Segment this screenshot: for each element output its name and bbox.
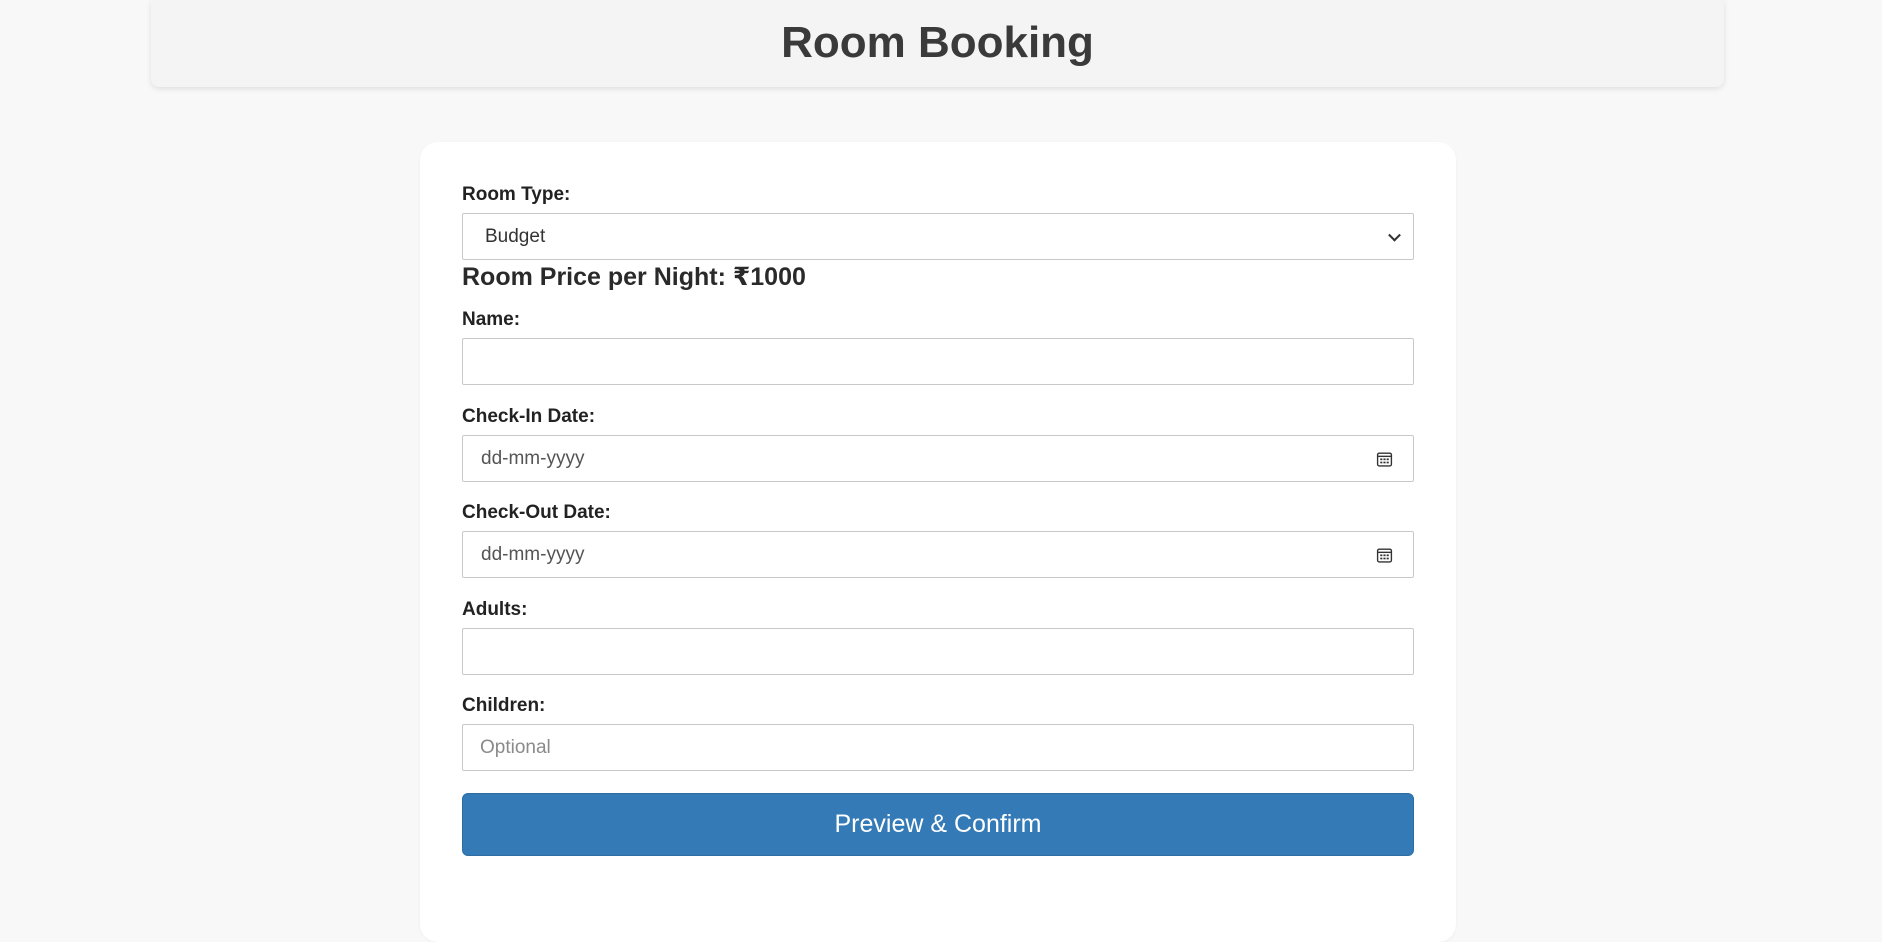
page-header: Room Booking — [151, 0, 1724, 87]
name-field-container — [462, 338, 1414, 385]
room-type-select[interactable]: Budget — [462, 213, 1414, 260]
children-field-container — [462, 724, 1414, 771]
check-out-label: Check-Out Date: — [462, 502, 611, 523]
check-out-placeholder: dd-mm-yyyy — [481, 543, 585, 565]
check-in-date-input[interactable]: dd-mm-yyyy — [462, 435, 1414, 482]
calendar-icon[interactable] — [1376, 546, 1393, 563]
name-input[interactable] — [463, 339, 1413, 384]
adults-label: Adults: — [462, 599, 528, 620]
room-type-selected-value: Budget — [485, 225, 546, 247]
page-title: Room Booking — [781, 17, 1094, 67]
children-label: Children: — [462, 695, 546, 716]
check-in-label: Check-In Date: — [462, 406, 596, 427]
preview-confirm-button[interactable]: Preview & Confirm — [462, 793, 1414, 856]
room-price-text: Room Price per Night: ₹1000 — [462, 263, 806, 291]
children-input[interactable] — [463, 725, 1413, 770]
adults-input[interactable] — [463, 629, 1413, 674]
room-type-label: Room Type: — [462, 184, 571, 205]
calendar-icon[interactable] — [1376, 450, 1393, 467]
name-label: Name: — [462, 309, 521, 330]
check-in-placeholder: dd-mm-yyyy — [481, 447, 585, 469]
adults-field-container — [462, 628, 1414, 675]
check-out-date-input[interactable]: dd-mm-yyyy — [462, 531, 1414, 578]
